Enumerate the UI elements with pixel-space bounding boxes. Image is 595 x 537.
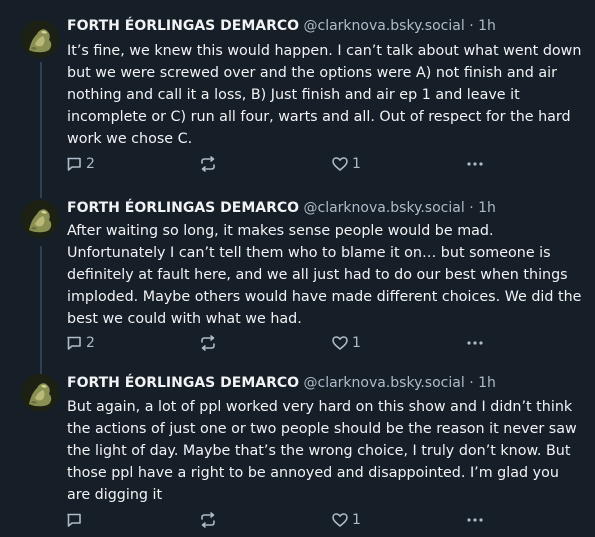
post-text: After waiting so long, it makes sense pe… [67,223,582,327]
more-options-button[interactable] [465,154,485,174]
post[interactable]: FORTH ÉORLINGAS DEMARCO @clarknova.bsky.… [0,184,595,363]
separator-dot: · [469,18,474,34]
heart-icon [332,157,348,171]
like-count: 1 [352,512,361,528]
like-count: 1 [352,335,361,351]
reply-count: 2 [86,156,95,172]
reply-icon [67,336,81,350]
post-text: It’s fine, we knew this would happen. I … [67,43,582,147]
avatar-image [21,200,59,238]
author-handle[interactable]: @clarknova.bsky.social [304,200,465,216]
repost-icon [201,335,215,351]
more-icon [467,341,483,345]
author-name[interactable]: FORTH ÉORLINGAS DEMARCO [67,375,299,391]
more-options-button[interactable] [465,510,485,530]
reply-icon [67,157,81,171]
avatar[interactable] [21,374,59,412]
avatar[interactable] [21,200,59,238]
reply-button[interactable] [65,510,86,530]
repost-icon [201,512,215,528]
post-time[interactable]: 1h [478,200,496,216]
repost-icon [201,156,215,172]
avatar[interactable] [21,20,59,58]
post-actions: 2 1 [65,154,485,174]
avatar-image [21,374,59,412]
post-time[interactable]: 1h [478,375,496,391]
author-name[interactable]: FORTH ÉORLINGAS DEMARCO [67,18,299,34]
more-icon [467,518,483,522]
like-button[interactable]: 1 [331,510,361,530]
like-button[interactable]: 1 [331,154,361,174]
more-icon [467,162,483,166]
reply-button[interactable]: 2 [65,333,95,353]
post-actions: 2 1 [65,333,485,353]
separator-dot: · [469,200,474,216]
post-header: FORTH ÉORLINGAS DEMARCO @clarknova.bsky.… [67,199,496,217]
post-time[interactable]: 1h [478,18,496,34]
heart-icon [332,513,348,527]
avatar-image [21,20,59,58]
repost-button[interactable] [199,333,220,353]
author-handle[interactable]: @clarknova.bsky.social [304,375,465,391]
post-actions: 1 [65,510,485,530]
heart-icon [332,336,348,350]
separator-dot: · [469,375,474,391]
repost-button[interactable] [199,154,220,174]
reply-button[interactable]: 2 [65,154,95,174]
author-name[interactable]: FORTH ÉORLINGAS DEMARCO [67,200,299,216]
reply-count: 2 [86,335,95,351]
post[interactable]: FORTH ÉORLINGAS DEMARCO @clarknova.bsky.… [0,363,595,537]
reply-icon [67,513,81,527]
more-options-button[interactable] [465,333,485,353]
post-header: FORTH ÉORLINGAS DEMARCO @clarknova.bsky.… [67,17,496,35]
repost-button[interactable] [199,510,220,530]
post-header: FORTH ÉORLINGAS DEMARCO @clarknova.bsky.… [67,374,496,392]
post-text: But again, a lot of ppl worked very hard… [67,399,577,503]
like-button[interactable]: 1 [331,333,361,353]
post-thread: FORTH ÉORLINGAS DEMARCO @clarknova.bsky.… [0,0,595,537]
author-handle[interactable]: @clarknova.bsky.social [304,18,465,34]
post[interactable]: FORTH ÉORLINGAS DEMARCO @clarknova.bsky.… [0,0,595,184]
like-count: 1 [352,156,361,172]
